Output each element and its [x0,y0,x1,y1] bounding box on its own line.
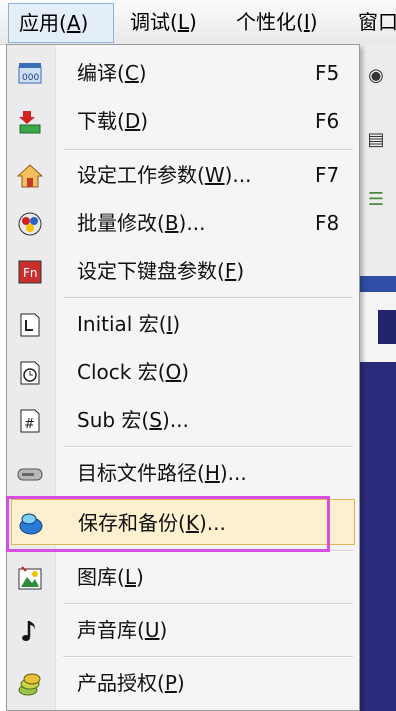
menu-item-license-label: 产品授权( [77,671,165,695]
menu-item-gallery-tail: ) [135,565,144,589]
menu-item-keyboard-params-tail: ) [236,259,245,283]
menu-item-sub-macro-label: Sub 宏( [77,408,150,432]
menu-item-save-backup-tail: )... [198,511,226,535]
menu-item-compile-key: C [124,61,139,85]
menu-item-batch-edit-tail: )... [178,211,206,235]
svg-text:Fn: Fn [23,266,38,280]
menu-window-label: 窗口 [358,10,396,34]
menu-item-work-params-label: 设定工作参数( [77,163,205,187]
menu-separator [63,446,353,448]
menu-item-sub-macro[interactable]: # Sub 宏(S)... [7,396,359,444]
menu-separator [63,297,353,299]
menu-item-download-shortcut: F6 [315,109,340,133]
menu-item-sound-library-key: U [144,618,160,642]
menu-item-compile-shortcut: F5 [315,61,340,85]
menu-item-save-backup-key: K [185,511,199,535]
menu-item-work-params-shortcut: F7 [315,163,340,187]
menu-item-keyboard-params-key: F [224,259,237,283]
menu-window[interactable]: 窗口 [358,4,396,40]
menu-item-license[interactable]: 产品授权(P) [7,659,359,707]
menu-separator [63,550,353,552]
menu-personalize[interactable]: 个性化(I) [236,4,318,40]
menu-item-clock-macro[interactable]: Clock 宏(O) [7,348,359,396]
menu-item-download-label: 下载( [77,109,125,133]
menu-item-sound-library[interactable]: 声音库(U) [7,606,359,654]
menu-item-download-key: D [124,109,141,133]
menubar: 应用(A) 调试(L) 个性化(I) 窗口 [0,0,396,45]
menu-item-batch-edit-shortcut: F8 [315,211,340,235]
menu-item-clock-macro-key: O [165,360,182,384]
menu-item-compile-label: 编译( [77,61,125,85]
menu-app-key: A [66,11,81,35]
menu-item-download-tail: ) [140,109,149,133]
menu-app[interactable]: 应用(A) [8,3,114,43]
download-icon [17,109,43,135]
menu-item-sub-macro-tail: )... [161,408,189,432]
menu-item-batch-edit-label: 批量修改( [77,211,165,235]
menu-item-initial-macro[interactable]: Initial 宏(I) [7,300,359,348]
drive-icon [17,461,43,487]
menu-item-initial-macro-label: Initial 宏( [77,312,167,336]
sub-macro-icon: # [17,408,43,434]
svg-text:000: 000 [22,73,39,83]
save-backup-icon [18,510,44,536]
menu-item-license-tail: ) [176,671,185,695]
menu-app-label: 应用( [19,11,67,35]
menu-separator [63,603,353,605]
menu-item-clock-macro-tail: ) [181,360,190,384]
compile-icon: 000 [17,61,43,87]
music-note-icon [17,618,43,644]
menu-item-batch-edit[interactable]: 批量修改(B)... F8 [7,199,359,247]
background-navy-area [356,362,396,711]
menu-item-target-path[interactable]: 目标文件路径(H)... [7,449,359,497]
menu-personalize-tail: ) [309,10,318,34]
initial-macro-icon [17,312,43,338]
menu-item-target-path-tail: )... [219,461,247,485]
menu-item-initial-macro-tail: ) [172,312,181,336]
menu-item-work-params-key: W [204,163,225,187]
menu-item-work-params[interactable]: 设定工作参数(W)... F7 [7,151,359,199]
menu-item-clock-macro-label: Clock 宏( [77,360,166,384]
background-app-area: ◉ ▤ ☰ [356,44,396,711]
background-dark-block [378,310,396,344]
menu-item-batch-edit-key: B [164,211,179,235]
menu-item-gallery-label: 图库( [77,565,125,589]
menu-debug[interactable]: 调试(L) [130,4,197,40]
menu-item-target-path-label: 目标文件路径( [77,461,205,485]
toolbar-palette-icon[interactable]: ◉ [362,62,390,90]
house-icon [16,163,44,189]
menu-item-sound-library-label: 声音库( [77,618,145,642]
svg-text:#: # [24,417,35,432]
menu-debug-label: 调试( [130,10,178,34]
menu-item-sub-macro-key: S [149,408,162,432]
menu-item-license-key: P [164,671,177,695]
menu-personalize-label: 个性化( [236,10,304,34]
menu-item-keyboard-params[interactable]: Fn 设定下键盘参数(F) [7,247,359,295]
menu-debug-key: L [177,10,189,34]
toolbar-align-icon[interactable]: ☰ [362,186,390,214]
menu-item-sound-library-tail: ) [159,618,168,642]
menu-item-download[interactable]: 下载(D) F6 [7,97,359,145]
menu-item-compile-tail: ) [138,61,147,85]
background-white-panel [356,292,396,362]
menu-item-keyboard-params-label: 设定下键盘参数( [77,259,225,283]
menu-item-compile[interactable]: 000 编译(C) F5 [7,49,359,97]
menu-item-save-backup[interactable]: 保存和备份(K)... [11,499,355,545]
menu-app-tail: ) [80,11,89,35]
function-key-icon: Fn [17,259,43,285]
batch-edit-icon [17,211,43,237]
menu-item-gallery[interactable]: 图库(L) [7,553,359,601]
menu-separator [63,656,353,658]
gallery-icon [17,565,43,591]
clock-macro-icon [17,360,43,386]
background-blue-strip [356,276,396,292]
toolbar-page-icon[interactable]: ▤ [362,126,390,154]
menu-item-gallery-key: L [124,565,136,589]
license-icon [17,671,43,697]
menu-item-target-path-key: H [204,461,220,485]
menu-item-save-backup-label: 保存和备份( [78,511,186,535]
menu-item-work-params-tail: )... [224,163,252,187]
menu-debug-tail: ) [188,10,197,34]
app-dropdown-menu: 000 编译(C) F5 下载(D) F6 设定工作参数(W)... F7 批量… [6,44,360,711]
